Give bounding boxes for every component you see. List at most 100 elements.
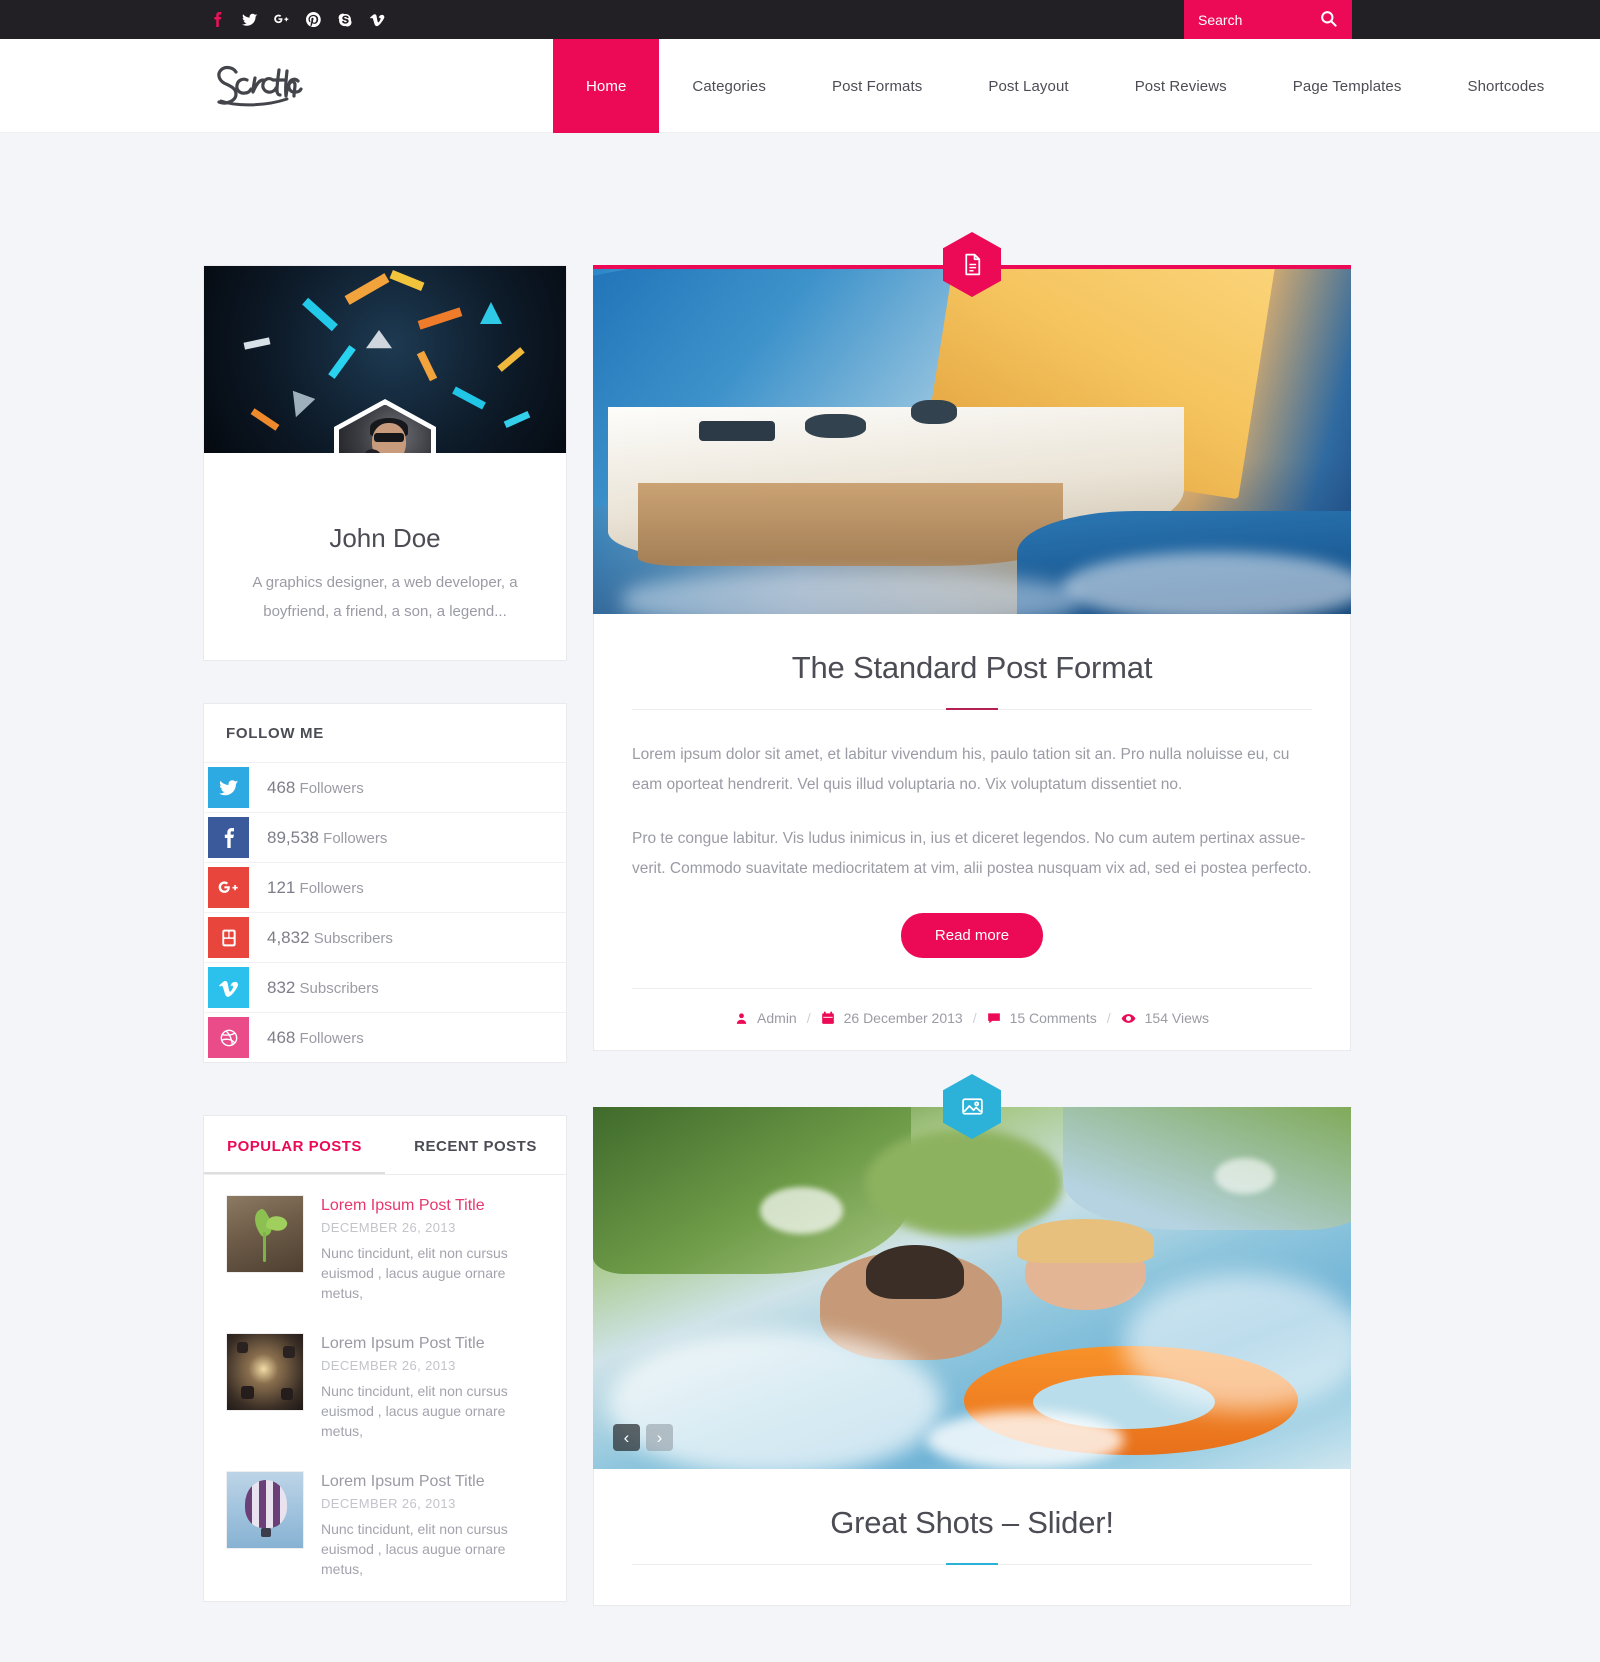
user-icon (735, 1012, 748, 1025)
tab-popular-posts[interactable]: POPULAR POSTS (204, 1116, 385, 1174)
skype-icon[interactable] (331, 0, 360, 39)
follow-row-twitter[interactable]: 468 Followers (204, 763, 566, 813)
follow-unit: Followers (299, 779, 364, 797)
follow-row-dribbble[interactable]: 468 Followers (204, 1013, 566, 1062)
read-more-wrapper: Read more (632, 908, 1312, 988)
post-paragraph-2: Pro te congue labitur. Vis ludus inimicu… (632, 830, 1312, 877)
follow-label-facebook: 89,538 Followers (249, 828, 387, 848)
list-item[interactable]: Lorem Ipsum Post Title DECEMBER 26, 2013… (204, 1455, 566, 1593)
follow-count: 468 (267, 777, 296, 797)
nav-item-home[interactable]: Home (553, 39, 660, 133)
meta-comments-label: 15 Comments (1009, 1010, 1097, 1026)
nav-item-post-reviews[interactable]: Post Reviews (1102, 39, 1260, 133)
twitter-icon (208, 767, 249, 808)
follow-row-facebook[interactable]: 89,538 Followers (204, 813, 566, 863)
meta-separator: / (1106, 1010, 1111, 1026)
pinterest-icon[interactable] (299, 0, 328, 39)
meta-separator: / (972, 1010, 977, 1026)
site-header: Home Categories Post Formats Post Layout… (0, 39, 1600, 133)
follow-row-youtube[interactable]: 4,832 Subscribers (204, 913, 566, 963)
youtube-icon (208, 917, 249, 958)
calendar-icon (821, 1011, 835, 1025)
page-title: The Standard Post Format (791, 650, 1153, 685)
studio-lights-photo (226, 1333, 304, 1411)
meta-author[interactable]: Admin (735, 1010, 797, 1026)
main-navigation: Home Categories Post Formats Post Layout… (553, 39, 1577, 133)
follow-unit: Followers (299, 879, 364, 897)
title-divider (632, 708, 1312, 710)
list-item-title[interactable]: Lorem Ipsum Post Title (321, 1334, 544, 1354)
follow-me-title: FOLLOW ME (226, 725, 324, 742)
search-input[interactable] (1184, 0, 1308, 39)
list-item-excerpt: Nunc tincidunt, elit non cursus euismod … (321, 1245, 508, 1301)
list-item-excerpt: Nunc tincidunt, elit non cursus euismod … (321, 1521, 508, 1577)
facebook-icon (208, 817, 249, 858)
nav-item-post-formats[interactable]: Post Formats (799, 39, 955, 133)
post-meta: Admin / 26 December 2013 / 15 Comments / (632, 988, 1312, 1050)
slider-next-button[interactable]: › (646, 1424, 673, 1451)
dribbble-icon (208, 1017, 249, 1058)
list-item[interactable]: Lorem Ipsum Post Title DECEMBER 26, 2013… (204, 1317, 566, 1455)
meta-views[interactable]: 154 Views (1121, 1010, 1209, 1026)
list-item[interactable]: Lorem Ipsum Post Title DECEMBER 26, 2013… (204, 1179, 566, 1317)
follow-me-header: FOLLOW ME (204, 704, 566, 763)
follow-row-vimeo[interactable]: 832 Subscribers (204, 963, 566, 1013)
follow-unit: Subscribers (299, 979, 379, 997)
nav-item-post-layout[interactable]: Post Layout (955, 39, 1101, 133)
meta-comments[interactable]: 15 Comments (987, 1010, 1097, 1026)
search-box[interactable] (1184, 0, 1352, 39)
nav-item-page-templates[interactable]: Page Templates (1260, 39, 1435, 133)
post-body: The Standard Post Format Lorem ipsum dol… (593, 614, 1351, 1051)
posts-widget: POPULAR POSTS RECENT POSTS Lorem Ipsum P… (203, 1115, 567, 1602)
list-item-date: DECEMBER 26, 2013 (321, 1220, 456, 1235)
main-content: The Standard Post Format Lorem ipsum dol… (593, 232, 1351, 1662)
site-logo[interactable] (203, 39, 553, 132)
title-divider (632, 1563, 1312, 1565)
follow-count: 832 (267, 977, 296, 997)
follow-row-googleplus[interactable]: 121 Followers (204, 863, 566, 913)
top-bar (0, 0, 1600, 39)
follow-count: 4,832 (267, 927, 310, 947)
slider-prev-button[interactable]: ‹ (613, 1424, 640, 1451)
page-title: Great Shots – Slider! (830, 1505, 1114, 1540)
read-more-button[interactable]: Read more (900, 913, 1044, 958)
post-gallery-slider: ‹ › Great Shots – Slider! (593, 1074, 1351, 1606)
author-widget: John Doe A graphics designer, a web deve… (203, 265, 567, 661)
slider-navigation: ‹ › (613, 1424, 673, 1451)
search-icon (1319, 9, 1338, 31)
follow-label-youtube: 4,832 Subscribers (249, 928, 393, 948)
googleplus-icon (208, 867, 249, 908)
author-cover-image (204, 266, 566, 453)
list-item-title[interactable]: Lorem Ipsum Post Title (321, 1472, 544, 1492)
facebook-icon[interactable] (203, 0, 232, 39)
twitter-icon[interactable] (235, 0, 264, 39)
follow-unit: Followers (299, 1029, 364, 1047)
comment-icon (987, 1011, 1001, 1025)
nav-item-categories[interactable]: Categories (659, 39, 799, 133)
list-item-title[interactable]: Lorem Ipsum Post Title (321, 1196, 544, 1216)
sailboat-photo[interactable] (593, 269, 1351, 614)
tab-recent-posts[interactable]: RECENT POSTS (385, 1116, 566, 1174)
vimeo-icon[interactable] (363, 0, 392, 39)
search-button[interactable] (1308, 0, 1348, 39)
page-wrapper: John Doe A graphics designer, a web deve… (0, 133, 1600, 1662)
pool-splash-photo[interactable]: ‹ › (593, 1107, 1351, 1469)
list-item-date: DECEMBER 26, 2013 (321, 1358, 456, 1373)
posts-widget-list: Lorem Ipsum Post Title DECEMBER 26, 2013… (204, 1175, 566, 1601)
post-standard-format: The Standard Post Format Lorem ipsum dol… (593, 232, 1351, 1051)
meta-date-label: 26 December 2013 (843, 1010, 963, 1026)
follow-label-vimeo: 832 Subscribers (249, 978, 379, 998)
nav-item-shortcodes[interactable]: Shortcodes (1434, 39, 1577, 133)
googleplus-icon[interactable] (267, 0, 296, 39)
sidebar: John Doe A graphics designer, a web deve… (203, 265, 567, 1654)
follow-label-dribbble: 468 Followers (249, 1028, 364, 1048)
meta-date[interactable]: 26 December 2013 (821, 1010, 963, 1026)
author-description: A graphics designer, a web developer, a … (252, 574, 518, 620)
post-body: Great Shots – Slider! (593, 1469, 1351, 1606)
meta-views-label: 154 Views (1144, 1010, 1209, 1026)
list-item-date: DECEMBER 26, 2013 (321, 1496, 456, 1511)
seedling-photo (226, 1195, 304, 1273)
follow-label-twitter: 468 Followers (249, 778, 364, 798)
avatar[interactable] (334, 399, 436, 453)
hot-air-balloon-photo (226, 1471, 304, 1549)
